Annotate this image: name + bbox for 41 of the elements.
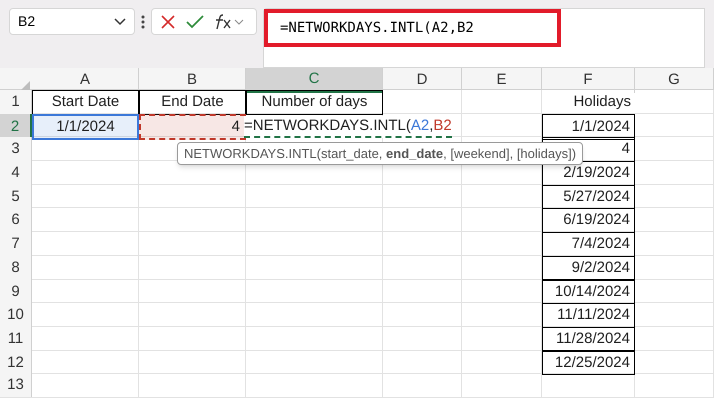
row-header[interactable]: 1 — [0, 90, 32, 114]
cell: 6/19/2024 — [542, 208, 635, 233]
cell: 9/2/2024 — [542, 256, 635, 280]
row-header[interactable]: 5 — [0, 184, 32, 210]
row-header[interactable]: 4 — [0, 161, 32, 186]
formula-bar[interactable]: =NETWORKDAYS.INTL(A2,B2 — [263, 8, 705, 68]
row-header[interactable]: 12 — [0, 350, 32, 376]
column-header[interactable]: G — [635, 68, 714, 92]
cell-text: Holidays — [572, 92, 632, 112]
name-box[interactable]: B2 — [9, 8, 135, 35]
row-header[interactable]: 8 — [0, 256, 32, 280]
column-header[interactable]: E — [462, 68, 542, 92]
column-header[interactable]: F — [542, 68, 635, 92]
row-header[interactable]: 7 — [0, 232, 32, 257]
row-header[interactable]: 9 — [0, 280, 32, 304]
row-header[interactable]: 6 — [0, 208, 32, 233]
cell-editor[interactable]: =NETWORKDAYS.INTL(A2,B2 — [244, 116, 452, 138]
chevron-down-icon — [114, 18, 126, 26]
cell: End Date — [139, 90, 246, 114]
cell: Number of days — [246, 90, 383, 114]
cancel-icon[interactable] — [160, 14, 176, 30]
cell: 1/1/2024 — [542, 114, 635, 140]
column-header[interactable]: C — [246, 68, 383, 92]
check-icon[interactable] — [186, 14, 204, 28]
row-header[interactable]: 10 — [0, 303, 32, 328]
more-options-icon[interactable] — [141, 15, 145, 29]
function-tooltip: NETWORKDAYS.INTL(start_date, end_date, [weekend], [holidays]) — [177, 142, 584, 165]
row-header[interactable]: 3 — [0, 137, 32, 162]
column-header[interactable]: D — [383, 68, 462, 92]
cell: 12/25/2024 — [542, 350, 635, 376]
row-header[interactable]: 11 — [0, 326, 32, 352]
formula-text: =NETWORKDAYS.INTL(A2,B2 — [264, 9, 561, 47]
cell: 11/28/2024 — [542, 326, 635, 352]
function-icon[interactable] — [214, 14, 244, 30]
cell: 7/4/2024 — [542, 232, 635, 257]
cell: 1/1/2024 — [32, 114, 139, 140]
cell: 5/27/2024 — [542, 184, 635, 210]
cell: 10/14/2024 — [542, 280, 635, 304]
cell: 11/11/2024 — [542, 303, 635, 328]
cell: Start Date — [32, 90, 139, 114]
row-header[interactable]: 13 — [0, 374, 32, 397]
